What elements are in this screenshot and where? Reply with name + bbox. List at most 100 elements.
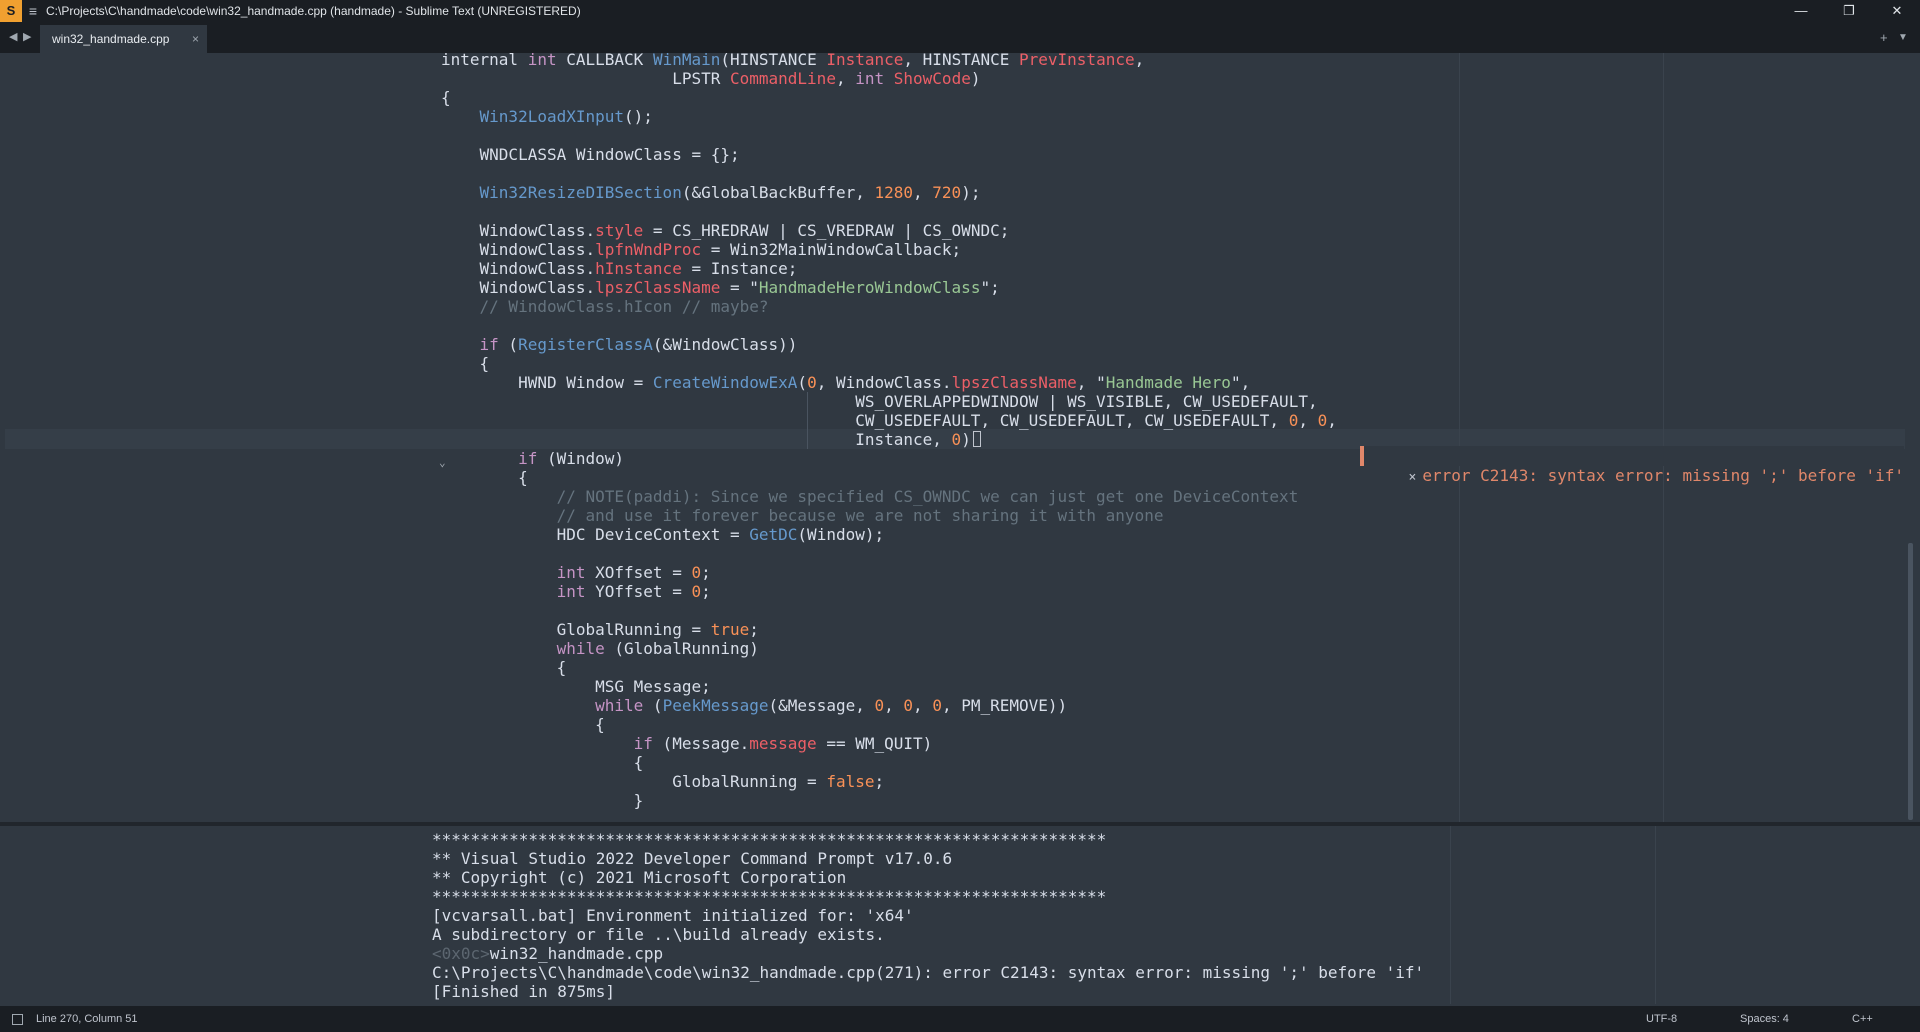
code-line: Instance, 0): [441, 430, 971, 449]
code-token: 0: [932, 696, 942, 715]
code-token: WNDCLASSA WindowClass = {};: [441, 145, 740, 164]
code-token: (&GlobalBackBuffer,: [681, 183, 875, 202]
code-token: ,: [1327, 411, 1337, 430]
code-token: Instance: [826, 53, 904, 69]
code-token: Win32ResizeDIBSection: [479, 183, 682, 202]
code-token: (Window);: [797, 525, 885, 544]
code-token: C:\Projects\C\handmade\code\win32_handma…: [432, 963, 1425, 982]
fold-arrow-icon[interactable]: ⌄: [439, 456, 446, 469]
code-token: (&WindowClass)): [652, 335, 798, 354]
code-token: int: [556, 582, 586, 601]
code-token: [vcvarsall.bat] Environment initialized …: [432, 906, 914, 925]
tab-bar: ◀ ▶ win32_handmade.cpp × + ▼: [0, 22, 1920, 53]
error-message: error C2143: syntax error: missing ';' b…: [1422, 466, 1904, 485]
code-token: LPSTR: [441, 69, 730, 88]
text-cursor: [972, 431, 981, 447]
code-token: , ": [1076, 373, 1106, 392]
code-line: int XOffset = 0;: [441, 563, 711, 582]
code-line: Win32LoadXInput();: [441, 107, 653, 126]
code-line: while (PeekMessage(&Message, 0, 0, 0, PM…: [441, 696, 1067, 715]
code-token: WindowClass.: [441, 221, 596, 240]
code-token: XOffset =: [585, 563, 692, 582]
restore-button[interactable]: ❐: [1826, 0, 1872, 22]
code-token: 0: [903, 696, 914, 715]
code-line: internal int CALLBACK WinMain(HINSTANCE …: [441, 53, 1144, 69]
code-line: {: [441, 468, 528, 487]
close-button[interactable]: ✕: [1874, 0, 1920, 22]
code-line: ** Copyright (c) 2021 Microsoft Corporat…: [432, 868, 846, 887]
dismiss-error-icon[interactable]: ×: [1409, 470, 1417, 485]
code-token: (GlobalRunning): [604, 639, 759, 658]
indentation-indicator[interactable]: Spaces: 4: [1740, 1006, 1789, 1032]
code-token: }: [441, 791, 644, 810]
tab-win32-handmade[interactable]: win32_handmade.cpp ×: [40, 25, 207, 53]
code-token: A subdirectory or file ..\build already …: [432, 925, 885, 944]
code-token: ,: [913, 183, 933, 202]
code-token: (HINSTANCE: [720, 53, 827, 69]
menu-icon[interactable]: ≡: [24, 0, 42, 22]
code-line: }: [441, 791, 644, 810]
code-line: {: [441, 354, 490, 373]
code-line: [Finished in 875ms]: [432, 982, 615, 1001]
code-line: C:\Projects\C\handmade\code\win32_handma…: [432, 963, 1424, 982]
code-line: WindowClass.lpszClassName = "HandmadeHer…: [441, 278, 1000, 297]
syntax-indicator[interactable]: C++: [1852, 1006, 1873, 1032]
code-token: 0: [1317, 411, 1328, 430]
code-token: ): [961, 430, 971, 449]
code-editor[interactable]: internal int CALLBACK WinMain(HINSTANCE …: [0, 53, 1920, 822]
code-token: WindowClass.: [441, 278, 596, 297]
code-token: lpszClassName: [951, 373, 1077, 392]
tab-list-icon[interactable]: ▼: [1898, 22, 1908, 53]
code-line: int YOffset = 0;: [441, 582, 711, 601]
code-line: WS_OVERLAPPEDWINDOW | WS_VISIBLE, CW_USE…: [441, 392, 1317, 411]
code-token: ;: [701, 582, 711, 601]
code-token: GlobalRunning =: [441, 772, 827, 791]
code-token: [Finished in 875ms]: [432, 982, 616, 1001]
code-token: CW_USEDEFAULT, CW_USEDEFAULT, CW_USEDEFA…: [441, 411, 1289, 430]
minimize-button[interactable]: —: [1778, 0, 1824, 22]
code-line: {: [441, 658, 567, 677]
code-token: PeekMessage: [662, 696, 769, 715]
new-tab-icon[interactable]: +: [1880, 22, 1888, 53]
title-bar: S ≡ C:\Projects\C\handmade\code\win32_ha…: [0, 0, 1920, 22]
code-token: while: [595, 696, 644, 715]
code-token: = Instance;: [681, 259, 798, 278]
tab-forward-arrow-icon[interactable]: ▶: [23, 22, 31, 53]
code-token: CreateWindowExA: [652, 373, 798, 392]
tab-close-icon[interactable]: ×: [192, 25, 199, 53]
code-line: if (Message.message == WM_QUIT): [441, 734, 933, 753]
code-token: (: [643, 696, 663, 715]
code-token: while: [556, 639, 605, 658]
build-output-panel[interactable]: ****************************************…: [0, 826, 1920, 1004]
code-token: (: [498, 335, 519, 354]
code-token: ",: [1230, 373, 1251, 392]
code-token: HDC DeviceContext =: [441, 525, 750, 544]
code-token: 0: [691, 582, 702, 601]
code-token: CommandLine: [729, 69, 836, 88]
code-token: ****************************************…: [432, 887, 1107, 906]
scrollbar-thumb[interactable]: [1908, 543, 1913, 820]
code-line: GlobalRunning = false;: [441, 772, 884, 791]
encoding-indicator[interactable]: UTF-8: [1646, 1006, 1677, 1032]
code-token: == WM_QUIT): [816, 734, 933, 753]
code-token: message: [749, 734, 817, 753]
code-token: WindowClass.: [441, 240, 596, 259]
code-token: ";: [980, 278, 1000, 297]
code-line: CW_USEDEFAULT, CW_USEDEFAULT, CW_USEDEFA…: [441, 411, 1337, 430]
code-line: {: [441, 88, 451, 107]
code-line: if (RegisterClassA(&WindowClass)): [441, 335, 798, 354]
sublime-logo-icon: S: [0, 0, 22, 22]
code-token: {: [441, 88, 451, 107]
tab-back-arrow-icon[interactable]: ◀: [9, 22, 17, 53]
code-token: ** Copyright (c) 2021 Microsoft Corporat…: [432, 868, 847, 887]
code-token: ;: [701, 563, 711, 582]
panel-toggle-icon[interactable]: [12, 1014, 23, 1025]
code-token: MSG Message;: [441, 677, 711, 696]
code-token: {: [441, 354, 490, 373]
code-token: 720: [932, 183, 962, 202]
cursor-position[interactable]: Line 270, Column 51: [36, 1006, 138, 1032]
code-token: {: [441, 715, 605, 734]
